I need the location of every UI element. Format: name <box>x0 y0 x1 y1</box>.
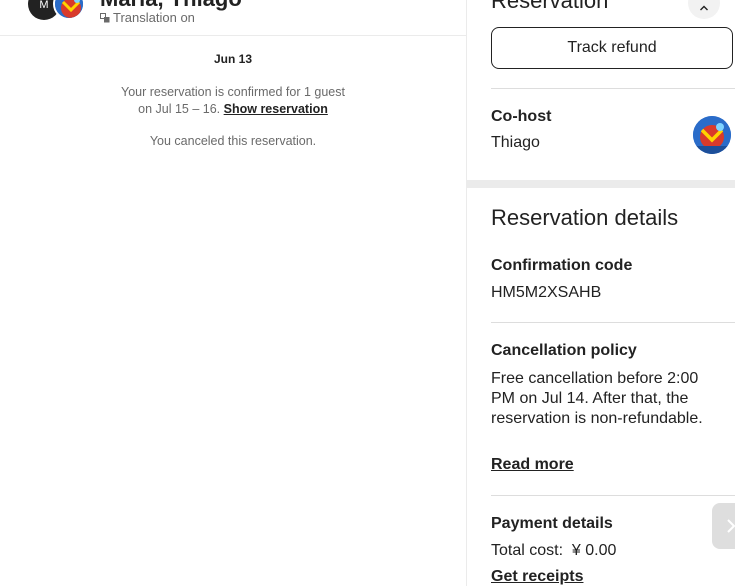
read-more-link[interactable]: Read more <box>491 456 574 474</box>
cohost-label: Co-host <box>491 108 552 125</box>
collapse-button[interactable] <box>688 0 720 19</box>
cohost-avatar[interactable] <box>693 116 731 154</box>
avatar-image-icon <box>693 116 731 154</box>
translation-status[interactable]: Translation on <box>100 10 195 25</box>
divider <box>491 88 735 89</box>
confirmation-code-value: HM5M2XSAHB <box>491 284 602 301</box>
cancellation-policy-text: Free cancellation before 2:00 PM on Jul … <box>491 370 703 427</box>
avatar-image-icon <box>55 0 83 18</box>
section-separator <box>467 180 735 188</box>
cohost-avatar-small[interactable] <box>53 0 85 20</box>
chevron-up-icon <box>700 5 708 11</box>
reservation-details-title: Reservation details <box>491 205 679 230</box>
cohost-name: Thiago <box>491 134 540 151</box>
show-reservation-link[interactable]: Show reservation <box>224 102 328 116</box>
message-date: Jun 13 <box>213 52 252 66</box>
chat-pane: M Maria, Thiago Translation on Jun 13 Yo… <box>0 0 466 586</box>
total-cost: Total cost: ¥ 0.00 <box>491 542 617 559</box>
scroll-right-button[interactable] <box>712 503 735 549</box>
translate-icon <box>100 12 110 22</box>
confirmation-code-label: Confirmation code <box>491 257 633 274</box>
get-receipts-link[interactable]: Get receipts <box>491 568 583 586</box>
cancellation-policy-label: Cancellation policy <box>491 342 637 359</box>
reservation-panel: Reservation Track refund Co-host Thiago … <box>467 0 735 586</box>
track-refund-button[interactable]: Track refund <box>491 27 733 69</box>
avatar-initial: M <box>39 0 49 11</box>
payment-details-label: Payment details <box>491 515 613 532</box>
reservation-confirmed-message: Your reservation is confirmed for 1 gues… <box>118 84 348 118</box>
divider <box>491 495 735 496</box>
canceled-message: You canceled this reservation. <box>149 134 317 148</box>
chevron-right-icon <box>727 519 735 533</box>
translation-label: Translation on <box>113 10 195 25</box>
divider <box>491 322 735 323</box>
chat-header: M Maria, Thiago Translation on <box>0 0 466 36</box>
panel-title: Reservation <box>491 0 609 13</box>
